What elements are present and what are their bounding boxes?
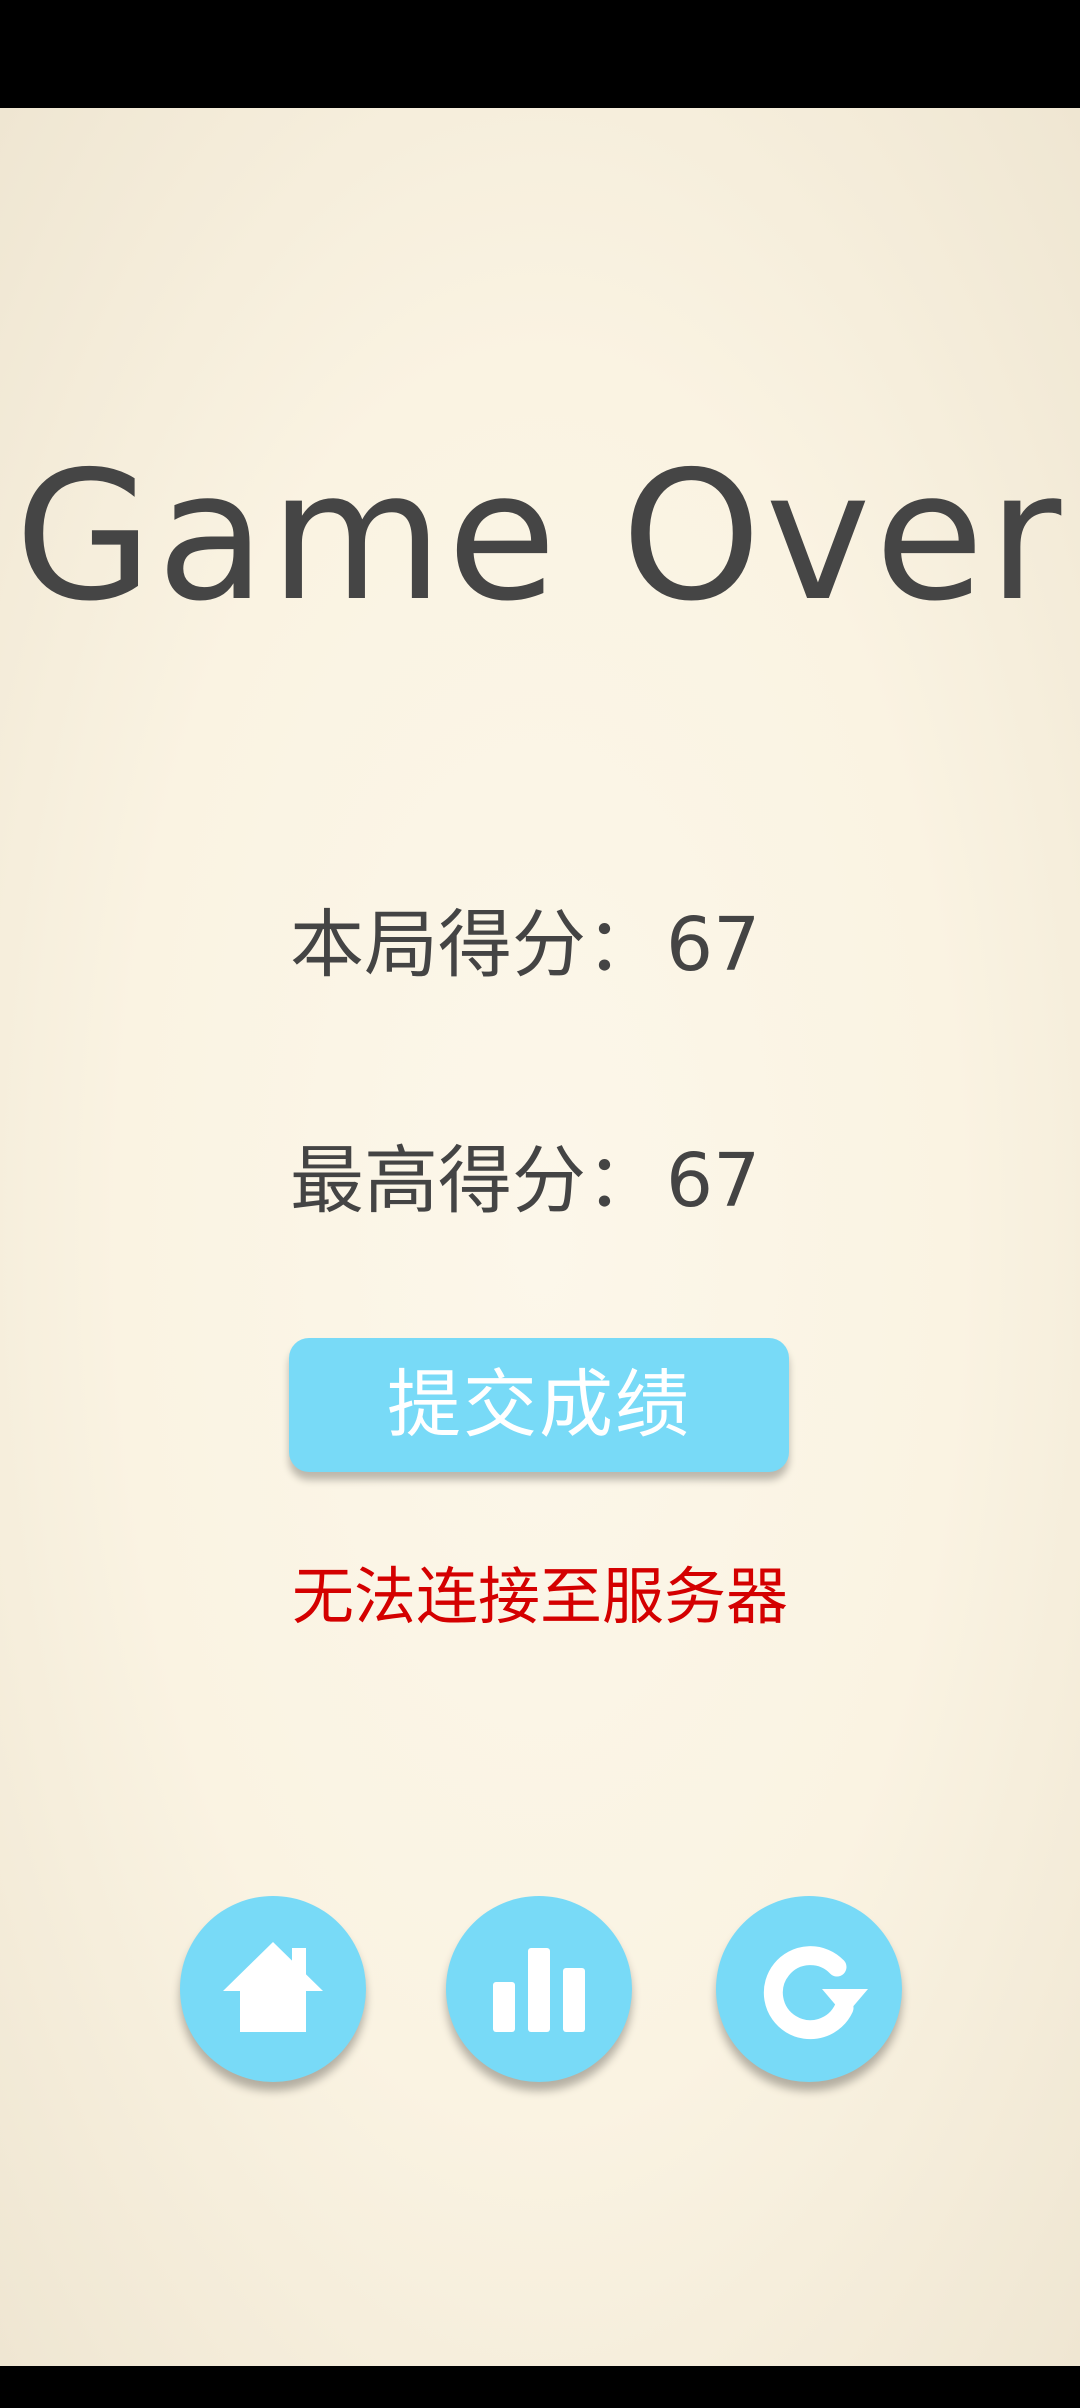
home-button[interactable]	[180, 1896, 366, 2082]
current-score-value: 67	[666, 902, 761, 988]
current-score-label: 本局得分：	[290, 902, 660, 988]
home-icon	[223, 1942, 323, 2032]
navigation-bar	[0, 2366, 1080, 2408]
game-over-screen: Game Over 本局得分：67 最高得分：67 提交成绩 无法连接至服务器	[0, 108, 1080, 2366]
best-score-label: 最高得分：	[290, 1138, 660, 1224]
leaderboard-button[interactable]	[446, 1896, 632, 2082]
game-over-title: Game Over	[14, 433, 1066, 640]
restart-button[interactable]	[716, 1896, 902, 2082]
bar-chart-icon	[493, 1948, 585, 2032]
restart-icon	[763, 1946, 868, 2040]
best-score: 最高得分：67	[290, 1144, 760, 1218]
current-score: 本局得分：67	[290, 908, 760, 982]
status-bar	[0, 0, 1080, 108]
best-score-value: 67	[666, 1138, 761, 1224]
submit-score-button[interactable]: 提交成绩	[289, 1338, 789, 1472]
connection-error-message: 无法连接至服务器	[291, 1560, 788, 1633]
